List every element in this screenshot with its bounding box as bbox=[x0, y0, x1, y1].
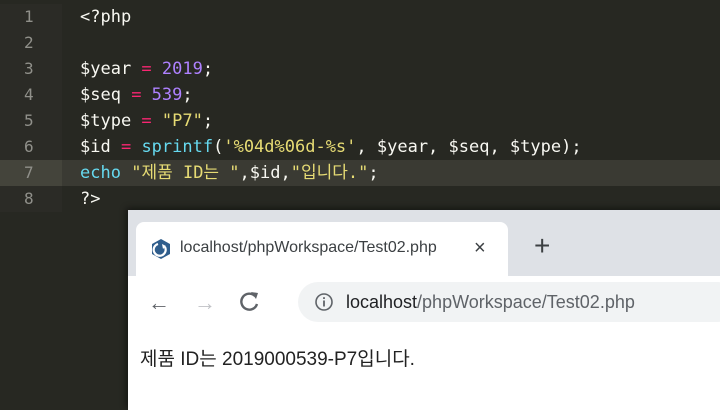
code-token: 2019 bbox=[161, 59, 203, 79]
code-line[interactable]: 2 bbox=[0, 30, 720, 56]
line-number: 1 bbox=[24, 7, 34, 26]
code-text: $type = "P7"; bbox=[80, 108, 213, 134]
tab-bar: localhost/phpWorkspace/Test02.php × + bbox=[128, 210, 720, 276]
page-output-text: 제품 ID는 2019000539-P7입니다. bbox=[140, 349, 415, 370]
code-text: $id = sprintf('%04d%06d-%s', $year, $seq… bbox=[80, 134, 582, 160]
code-token: ( bbox=[213, 137, 224, 157]
line-number: 7 bbox=[24, 163, 34, 182]
back-button[interactable]: ← bbox=[148, 290, 170, 316]
code-token: ; bbox=[368, 163, 379, 183]
code-token: = bbox=[131, 59, 162, 79]
code-token: "제품 ID는 " bbox=[131, 163, 240, 183]
code-line[interactable]: 3 $year = 2019; bbox=[0, 56, 720, 82]
code-token: "P7" bbox=[161, 111, 203, 131]
code-line[interactable]: 1 <?php bbox=[0, 4, 720, 30]
code-token: '%04d%06d-%s' bbox=[223, 137, 357, 157]
browser-window: localhost/phpWorkspace/Test02.php × + ← … bbox=[128, 210, 720, 410]
browser-toolbar: ← → localhost/phpWorkspace/Test02.php bbox=[128, 276, 720, 330]
browser-tab[interactable]: localhost/phpWorkspace/Test02.php × bbox=[136, 222, 508, 276]
line-number: 2 bbox=[24, 33, 34, 52]
close-tab-icon[interactable]: × bbox=[474, 236, 486, 260]
code-token: = bbox=[110, 137, 142, 157]
code-text: echo "제품 ID는 ",$id,"입니다."; bbox=[80, 160, 379, 186]
new-tab-button[interactable]: + bbox=[534, 232, 550, 260]
code-line[interactable]: 5 $type = "P7"; bbox=[0, 108, 720, 134]
code-token: <?php bbox=[80, 7, 132, 27]
page-content: 제품 ID는 2019000539-P7입니다. bbox=[128, 330, 720, 410]
code-text: $seq = 539; bbox=[80, 82, 193, 108]
code-token: $year bbox=[80, 59, 132, 79]
code-token: $type bbox=[80, 111, 132, 131]
forward-button[interactable]: → bbox=[194, 290, 216, 316]
line-number: 8 bbox=[24, 189, 34, 208]
gutter: 8 bbox=[0, 186, 62, 212]
gutter: 4 bbox=[0, 82, 62, 108]
code-token: sprintf bbox=[141, 137, 214, 157]
code-token: $seq bbox=[80, 85, 121, 105]
url-text[interactable]: localhost/phpWorkspace/Test02.php bbox=[346, 292, 635, 313]
code-token: ?> bbox=[80, 189, 101, 209]
code-token: , $year, $seq, $type); bbox=[356, 137, 582, 157]
line-number: 5 bbox=[24, 111, 34, 130]
line-number: 3 bbox=[24, 59, 34, 78]
url-host: localhost bbox=[346, 292, 418, 312]
code-text: ?> bbox=[80, 186, 100, 212]
reload-icon[interactable] bbox=[236, 284, 262, 320]
code-token: = bbox=[131, 111, 162, 131]
code-token: echo bbox=[80, 163, 121, 183]
gutter: 2 bbox=[0, 30, 62, 56]
favicon-icon bbox=[152, 239, 170, 259]
code-token: 539 bbox=[151, 85, 183, 105]
code-text: <?php bbox=[80, 4, 131, 30]
address-bar[interactable]: localhost/phpWorkspace/Test02.php bbox=[298, 282, 720, 322]
code-token: ; bbox=[202, 59, 214, 79]
info-icon[interactable] bbox=[314, 292, 334, 312]
code-line[interactable]: 4 $seq = 539; bbox=[0, 82, 720, 108]
code-text: $year = 2019; bbox=[80, 56, 213, 82]
tab-title: localhost/phpWorkspace/Test02.php bbox=[180, 239, 437, 256]
url-path: /phpWorkspace/Test02.php bbox=[417, 292, 635, 312]
code-token: $id bbox=[80, 137, 111, 157]
gutter: 1 bbox=[0, 4, 62, 30]
code-token: ; bbox=[182, 85, 193, 105]
code-line[interactable]: 8 ?> bbox=[0, 186, 720, 212]
code-token: = bbox=[120, 85, 152, 105]
code-token: ; bbox=[202, 111, 214, 131]
gutter: 3 bbox=[0, 56, 62, 82]
code-token: ,$id, bbox=[239, 163, 291, 183]
gutter: 7 bbox=[0, 160, 62, 186]
code-line[interactable]: 6 $id = sprintf('%04d%06d-%s', $year, $se… bbox=[0, 134, 720, 160]
code-token: "입니다." bbox=[290, 163, 369, 183]
line-number: 4 bbox=[24, 85, 34, 104]
gutter: 6 bbox=[0, 134, 62, 160]
gutter: 5 bbox=[0, 108, 62, 134]
code-line[interactable]: 7 echo "제품 ID는 ",$id,"입니다."; bbox=[0, 160, 720, 186]
line-number: 6 bbox=[24, 137, 34, 156]
